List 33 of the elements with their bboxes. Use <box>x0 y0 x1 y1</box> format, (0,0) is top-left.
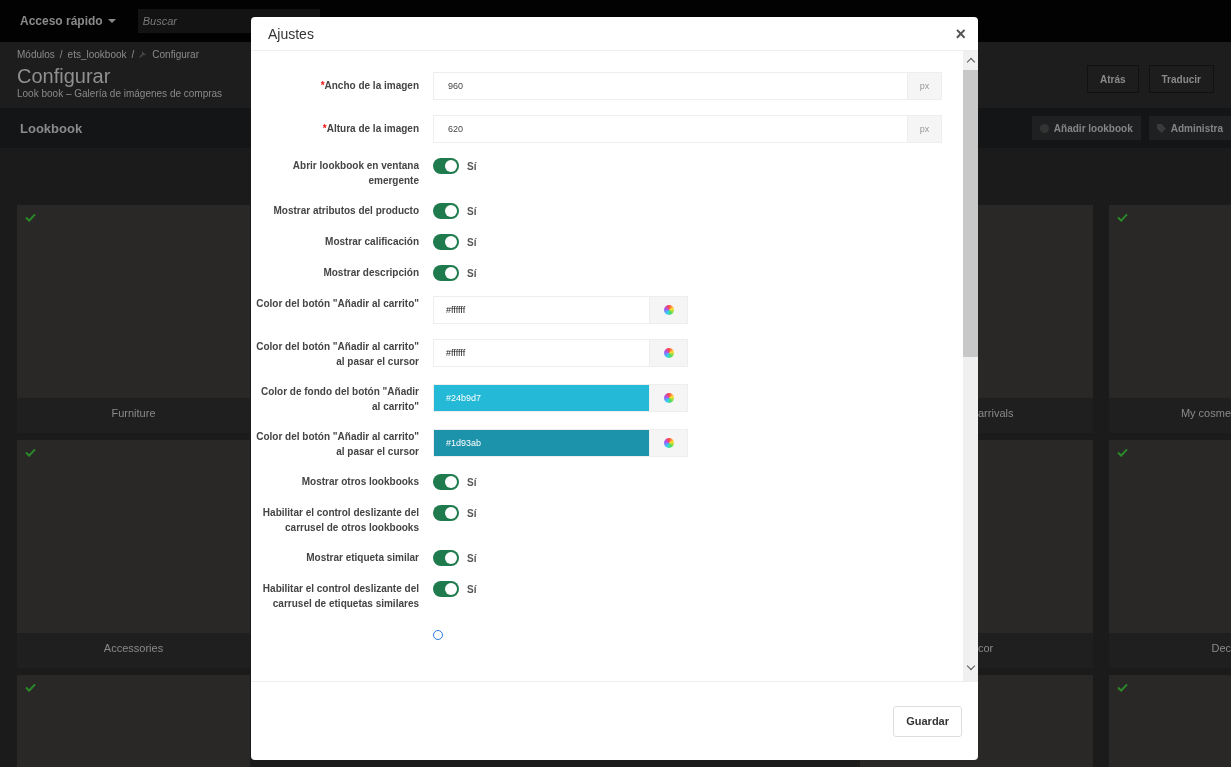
field-label: Mostrar etiqueta similar <box>305 551 419 565</box>
field-label: Mostrar descripción <box>322 266 419 280</box>
field-label: Habilitar el control deslizante del carrusel de otros lookbooks <box>261 506 419 535</box>
breadcrumb-separator: / <box>131 48 135 60</box>
section-title: Lookbook <box>20 120 83 136</box>
field-label: Mostrar atributos del producto <box>272 204 419 218</box>
lookbook-title: Dec <box>1211 642 1231 654</box>
lookbook-title: arrivals <box>978 407 1014 419</box>
toggle-label: Sí <box>467 476 477 488</box>
field-label: Habilitar el control deslizante del carrusel de etiquetas similares <box>261 582 419 611</box>
toggle-label: Sí <box>467 160 477 172</box>
lookbook-title: My cosme <box>1180 407 1231 419</box>
breadcrumb-separator: / <box>59 48 63 60</box>
field-label: Color del botón "Añadir al carrito" <box>255 297 419 311</box>
field-label: Mostrar calificación <box>324 235 419 249</box>
toggle-label: Sí <box>467 236 477 248</box>
field-label: Color de fondo del botón "Añadir al carrito" <box>259 385 419 414</box>
field-label: Color del botón "Añadir al carrito" al pasar el cursor <box>255 340 419 369</box>
field-label: *Altura de la imagen <box>321 122 419 136</box>
lookbook-title: Accessories <box>103 642 164 654</box>
lookbook-title: Furniture <box>111 407 156 419</box>
field-label: Abrir lookbook en ventana emergente <box>291 159 419 188</box>
toggle-label: Sí <box>467 507 477 519</box>
toggle-label: Sí <box>467 205 477 217</box>
toggle-label: Sí <box>467 583 477 595</box>
field-label: Mostrar otros lookbooks <box>300 475 419 489</box>
field-label: Color del botón "Añadir al carrito" al pasar el cursor <box>255 430 419 459</box>
page-subtitle: Look book – Galería de imágenes de compras <box>17 88 223 99</box>
toggle-label: Sí <box>467 552 477 564</box>
field-label: *Ancho de la imagen <box>319 79 419 93</box>
toggle-label: Sí <box>467 267 477 279</box>
page-title: Configurar <box>17 64 112 88</box>
lookbook-title: cor <box>978 642 994 654</box>
